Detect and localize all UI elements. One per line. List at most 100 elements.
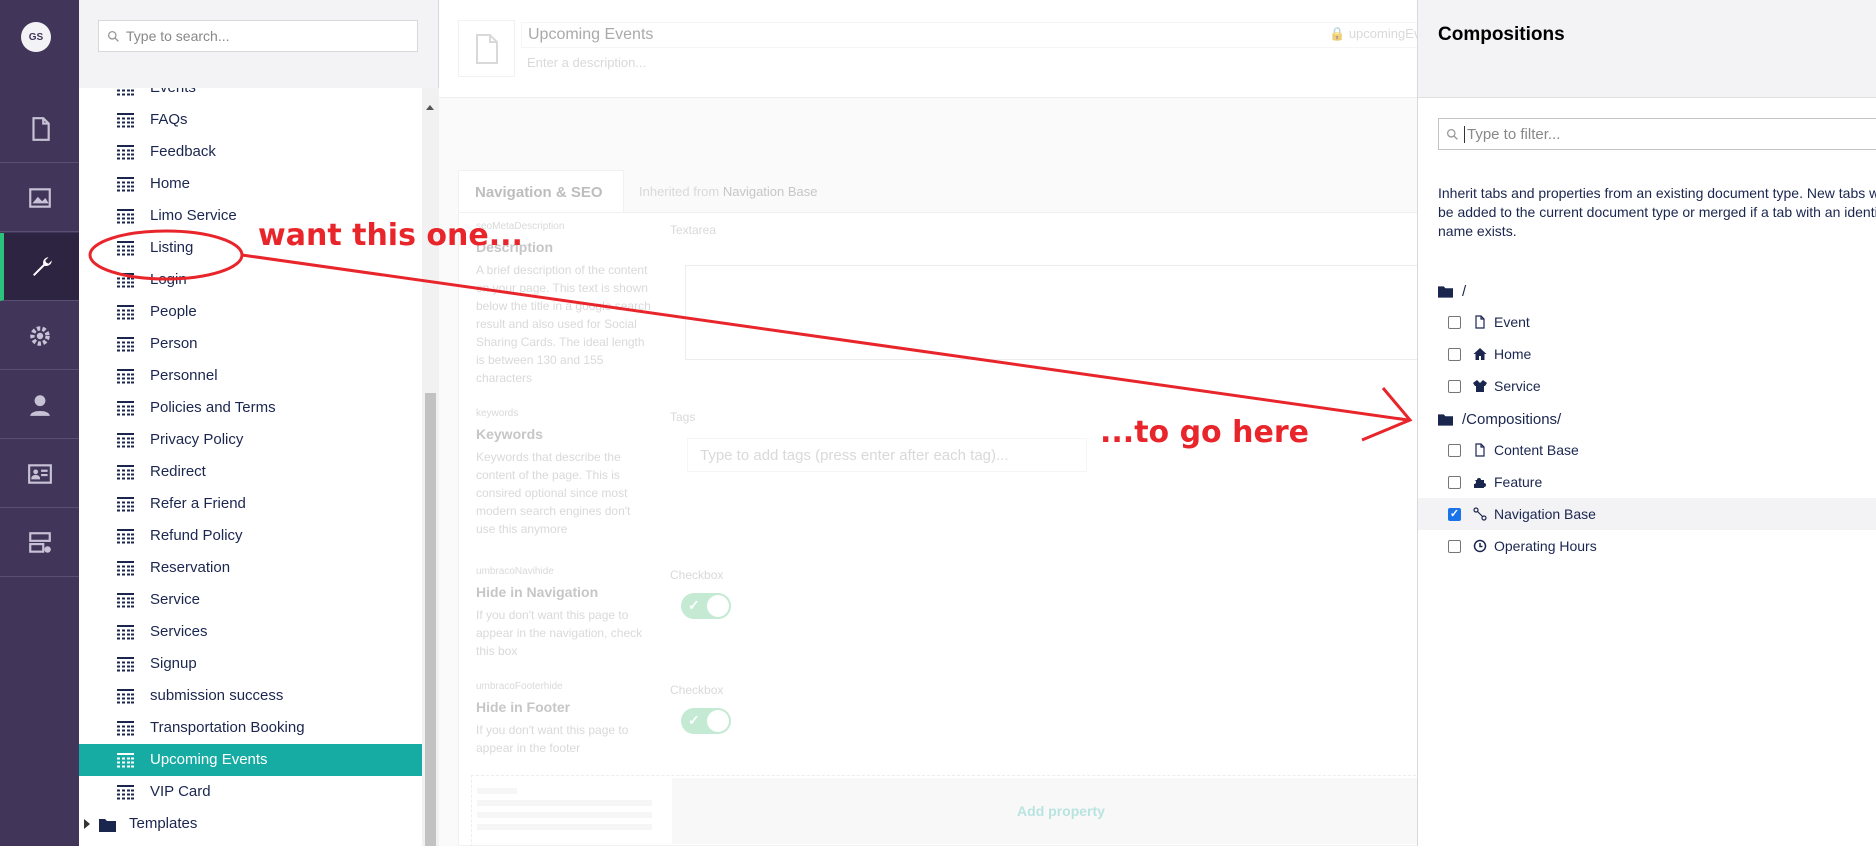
composition-checkbox[interactable] <box>1448 444 1461 457</box>
add-property-row: Add property <box>471 775 1461 846</box>
tree-item[interactable]: Personnel <box>79 360 422 392</box>
tree-search-input[interactable]: Type to search... <box>98 20 418 52</box>
grid-icon <box>117 177 134 192</box>
tree-item[interactable]: Privacy Policy <box>79 424 422 456</box>
composition-checkbox[interactable] <box>1448 540 1461 553</box>
grid-icon <box>117 753 134 768</box>
compositions-header: Compositions <box>1418 0 1876 98</box>
tree-item-label: Feedback <box>150 143 216 160</box>
tree-item[interactable]: People <box>79 296 422 328</box>
tree-item-label: Signup <box>150 655 197 672</box>
image-icon <box>28 187 51 208</box>
ghost-line <box>477 812 652 818</box>
toggle-knob <box>707 595 729 617</box>
composition-item-navigation-base[interactable]: ✓ Navigation Base <box>1418 498 1876 530</box>
composition-name: Navigation Base <box>1494 506 1596 522</box>
compositions-panel: Compositions Type to filter... Inherit t… <box>1417 0 1876 846</box>
tree-item[interactable]: Service <box>79 584 422 616</box>
tree-item[interactable]: Refer a Friend <box>79 488 422 520</box>
doctype-name-input[interactable]: Upcoming Events <box>521 22 1461 48</box>
grid-icon <box>117 113 134 128</box>
tree-item[interactable]: Services <box>79 616 422 648</box>
composition-filter-input[interactable]: Type to filter... <box>1438 118 1876 150</box>
editor-header: Upcoming Events 🔒 upcomingEve Enter a de… <box>439 0 1461 98</box>
tree-item[interactable]: VIP Card <box>79 776 422 808</box>
inherited-from-link[interactable]: Navigation Base <box>723 184 818 199</box>
tree-item[interactable]: FAQs <box>79 104 422 136</box>
folder-icon <box>1438 286 1453 298</box>
tree-item[interactable]: Events <box>79 88 422 104</box>
group-label: / <box>1462 283 1467 300</box>
tree-item-label: Transportation Booking <box>150 719 305 736</box>
grid-icon <box>117 785 134 800</box>
check-icon: ✓ <box>688 712 700 728</box>
composition-checkbox-checked[interactable]: ✓ <box>1448 508 1461 521</box>
rail-item-forms[interactable] <box>0 509 79 577</box>
tree-item[interactable]: Redirect <box>79 456 422 488</box>
composition-checkbox[interactable] <box>1448 380 1461 393</box>
tree-search-placeholder: Type to search... <box>126 28 230 44</box>
composition-item-service[interactable]: Service <box>1418 370 1876 402</box>
tree-item[interactable]: submission success <box>79 680 422 712</box>
property-editor-type: Textarea <box>670 223 717 237</box>
description-input[interactable]: Enter a description... <box>527 55 646 70</box>
puzzle-icon <box>1474 478 1486 488</box>
composition-item-operating-hours[interactable]: Operating Hours <box>1418 530 1876 562</box>
alias-field[interactable]: 🔒 upcomingEve <box>1329 26 1428 42</box>
rail-item-members[interactable] <box>0 440 79 508</box>
tree-folder-templates[interactable]: Templates <box>79 808 422 840</box>
tree-item[interactable]: Login <box>79 264 422 296</box>
rail-item-users[interactable] <box>0 371 79 439</box>
search-icon <box>1446 128 1458 140</box>
grid-icon <box>117 657 134 672</box>
add-property-button[interactable]: Add property <box>672 778 1450 844</box>
composition-name: Home <box>1494 346 1532 362</box>
property-alias: umbracoFooterhide <box>476 681 563 692</box>
inherited-prefix: Inherited from <box>639 184 720 199</box>
tree-item[interactable]: Reservation <box>79 552 422 584</box>
property-editor-type: Tags <box>670 410 696 424</box>
rail-item-packages[interactable] <box>0 302 79 370</box>
composition-checkbox[interactable] <box>1448 348 1461 361</box>
tree-item-label: Upcoming Events <box>150 751 268 768</box>
composition-name: Feature <box>1494 474 1543 490</box>
scroll-up-arrow-icon[interactable] <box>426 105 434 110</box>
tree-item[interactable]: Home <box>79 168 422 200</box>
scrollbar-thumb[interactable] <box>425 393 436 846</box>
tree-item-label: Login <box>150 271 187 288</box>
tree-item-label: Personnel <box>150 367 218 384</box>
property-name: Hide in Footer <box>476 699 571 715</box>
document-icon <box>475 33 498 64</box>
toggle-preview: ✓ <box>681 708 731 734</box>
grid-icon <box>117 689 134 704</box>
composition-item-feature[interactable]: Feature <box>1418 466 1876 498</box>
rail-item-content[interactable] <box>0 95 79 163</box>
tree-item[interactable]: Feedback <box>79 136 422 168</box>
doctype-icon-picker[interactable] <box>458 20 515 77</box>
tree-item-label: Refer a Friend <box>150 495 246 512</box>
tree-item[interactable]: Upcoming Events <box>79 744 422 776</box>
rail-item-settings[interactable] <box>0 233 79 301</box>
tree-item[interactable]: Signup <box>79 648 422 680</box>
tree-item[interactable]: Policies and Terms <box>79 392 422 424</box>
folder-icon <box>99 819 116 832</box>
clock-icon <box>1473 539 1487 553</box>
grid-icon <box>117 241 134 256</box>
rail-item-media[interactable] <box>0 164 79 232</box>
composition-item-event[interactable]: Event <box>1418 306 1876 338</box>
composition-checkbox[interactable] <box>1448 476 1461 489</box>
tab-navigation-seo[interactable]: Navigation & SEO <box>458 170 624 212</box>
tree-item[interactable]: Transportation Booking <box>79 712 422 744</box>
grid-icon <box>117 625 134 640</box>
composition-item-content-base[interactable]: Content Base <box>1418 434 1876 466</box>
grid-icon <box>117 593 134 608</box>
tree-scrollbar[interactable] <box>422 88 439 846</box>
expand-caret-icon[interactable] <box>84 819 90 829</box>
user-avatar[interactable]: GS <box>21 22 51 52</box>
tree-item[interactable]: Refund Policy <box>79 520 422 552</box>
group-root: / <box>1438 283 1466 300</box>
composition-checkbox[interactable] <box>1448 316 1461 329</box>
tree-item[interactable]: Person <box>79 328 422 360</box>
composition-item-home[interactable]: Home <box>1418 338 1876 370</box>
search-icon <box>107 30 119 42</box>
